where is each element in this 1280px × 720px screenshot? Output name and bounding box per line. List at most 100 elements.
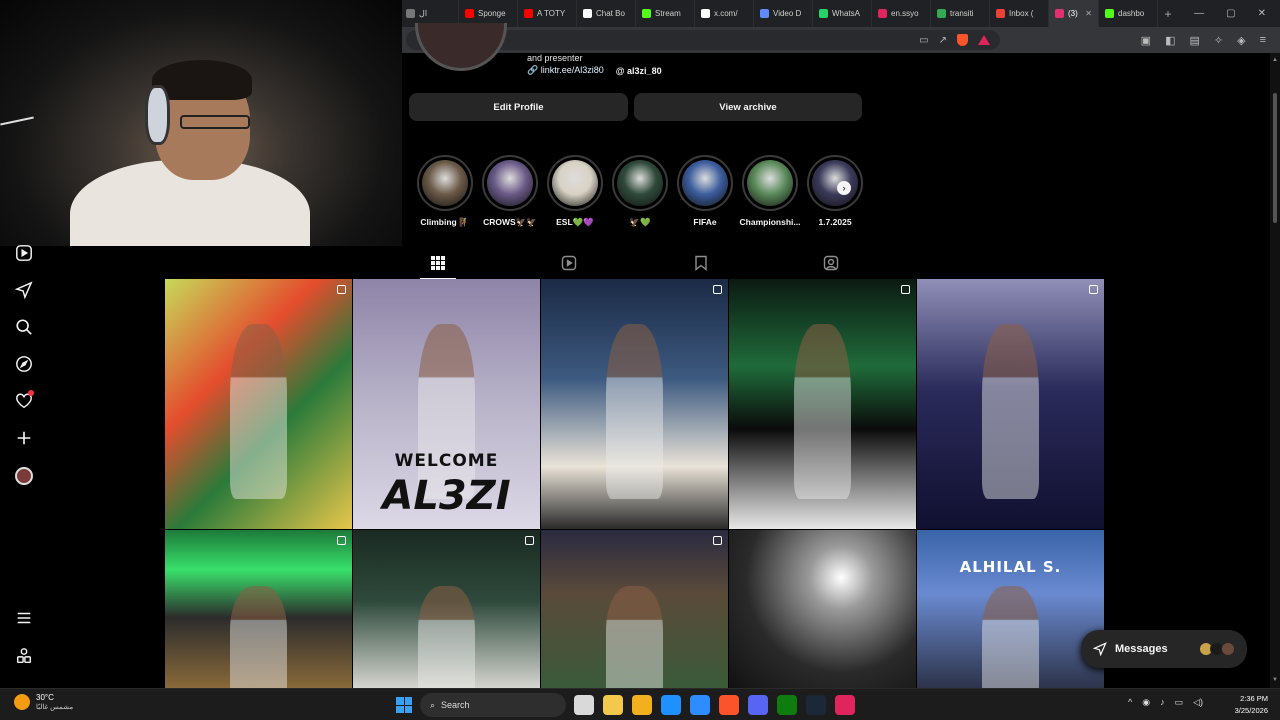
direct-icon[interactable]	[14, 280, 34, 300]
brave-rewards-icon[interactable]	[978, 35, 990, 45]
instagram-nav-rail	[0, 243, 48, 688]
sidebar-icon[interactable]: ◧	[1165, 34, 1175, 47]
start-button[interactable]	[396, 697, 412, 713]
browser-tab[interactable]: Inbox (	[990, 0, 1049, 27]
browser-tab[interactable]: Chat Bo	[577, 0, 636, 27]
browser-tab[interactable]: en.ssyo	[872, 0, 931, 27]
create-icon[interactable]	[14, 428, 34, 448]
taskbar-app-icon[interactable]	[748, 695, 768, 715]
taskbar-app-icon[interactable]	[632, 695, 652, 715]
scroll-thumb[interactable]	[1273, 93, 1277, 223]
taskbar-app-icon[interactable]	[777, 695, 797, 715]
story-highlight[interactable]: CROWS🦅🦅	[482, 155, 538, 228]
post-thumbnail[interactable]	[353, 530, 540, 689]
taskbar-clock[interactable]: 2:36 PM 3/25/2026	[1226, 693, 1268, 717]
close-window-icon[interactable]: ✕	[1258, 8, 1266, 19]
post-thumbnail[interactable]	[541, 279, 728, 529]
display-icon[interactable]: ▭	[1175, 697, 1184, 708]
drive-icon	[937, 9, 946, 18]
brave-shield-icon[interactable]	[957, 34, 968, 46]
mic-icon[interactable]: ♪	[1160, 697, 1165, 708]
bookmark-icon	[695, 255, 707, 271]
bio-link-text[interactable]: linktr.ee/Al3zi80	[541, 65, 604, 75]
weather-widget[interactable]: 30°C مشمس غالبًا	[14, 693, 73, 711]
post-subject	[982, 324, 1039, 499]
post-thumbnail[interactable]	[917, 279, 1104, 529]
browser-tab[interactable]: A TOTY	[518, 0, 577, 27]
threads-handle[interactable]: al3zi_80	[627, 66, 662, 76]
reels-icon[interactable]	[14, 243, 34, 263]
messages-button[interactable]: Messages	[1081, 630, 1247, 668]
instagram-icon	[1055, 9, 1064, 18]
page-scrollbar[interactable]: ▲ ▼	[1270, 53, 1280, 688]
tab-tagged[interactable]	[823, 255, 839, 271]
browser-tab[interactable]: x.com/	[695, 0, 754, 27]
profile-photo[interactable]	[415, 23, 507, 71]
cast-icon[interactable]: ▭	[919, 35, 928, 46]
story-highlight[interactable]: 1.7.2025	[807, 155, 863, 228]
leo-icon[interactable]: ✧	[1214, 34, 1223, 47]
post-thumbnail[interactable]	[541, 530, 728, 689]
taskbar-app-icon[interactable]	[661, 695, 681, 715]
highlight-ring	[807, 155, 863, 211]
story-highlight[interactable]: 🦅💚	[612, 155, 668, 228]
bio-text: and presenter	[527, 53, 583, 63]
tab-saved[interactable]	[693, 255, 709, 271]
close-tab-icon[interactable]: ✕	[1085, 9, 1092, 18]
profile-avatar-icon[interactable]	[15, 467, 33, 485]
more-menu-icon[interactable]	[14, 608, 34, 628]
highlight-ring	[742, 155, 798, 211]
view-archive-button[interactable]: View archive	[634, 93, 862, 121]
scroll-down-icon[interactable]: ▼	[1272, 677, 1278, 683]
post-thumbnail[interactable]	[165, 279, 352, 529]
maximize-icon[interactable]: ▢	[1226, 8, 1235, 19]
story-highlight[interactable]: Championshi...	[740, 155, 800, 228]
notifications-icon[interactable]	[14, 390, 34, 411]
post-overlay-text: WELCOME	[394, 451, 499, 471]
volume-icon[interactable]: ◁)	[1193, 697, 1203, 708]
post-thumbnail[interactable]	[165, 530, 352, 689]
browser-tab[interactable]: dashbo	[1099, 0, 1158, 27]
minimize-icon[interactable]: —	[1194, 8, 1204, 19]
story-highlight[interactable]: ESL💚💜	[547, 155, 603, 228]
network-icon[interactable]: ◉	[1142, 697, 1150, 708]
vpn-icon[interactable]: ◈	[1237, 34, 1245, 47]
taskbar-search[interactable]: ⌕ Search	[420, 693, 566, 717]
post-thumbnail[interactable]	[729, 279, 916, 529]
story-highlight[interactable]: Climbing 🧗	[417, 155, 473, 228]
browser-tab[interactable]: (3) ✕	[1049, 0, 1099, 27]
taskbar-app-icon[interactable]	[719, 695, 739, 715]
highlights-next-icon[interactable]: ›	[837, 181, 851, 195]
edit-profile-button[interactable]: Edit Profile	[409, 93, 628, 121]
browser-tab[interactable]: WhatsA	[813, 0, 872, 27]
kick-icon	[1105, 9, 1114, 18]
browser-tab[interactable]: transiti	[931, 0, 990, 27]
post-thumbnail[interactable]	[729, 530, 916, 689]
taskbar-app-icon[interactable]	[690, 695, 710, 715]
new-tab-button[interactable]: +	[1158, 7, 1178, 21]
taskbar-app-icon[interactable]	[806, 695, 826, 715]
bio-link[interactable]: 🔗 linktr.ee/Al3zi80	[527, 65, 604, 76]
explore-icon[interactable]	[14, 354, 34, 374]
highlight-cover	[552, 160, 598, 206]
taskbar-app-icon[interactable]	[603, 695, 623, 715]
meta-apps-icon[interactable]	[14, 646, 34, 666]
post-thumbnail[interactable]: ALHILAL S.	[917, 530, 1104, 689]
taskbar-app-icon[interactable]	[835, 695, 855, 715]
reader-icon[interactable]: ▣	[1141, 34, 1151, 47]
browser-tab[interactable]: Stream	[636, 0, 695, 27]
threads-link[interactable]: @ al3zi_80	[616, 66, 662, 76]
tray-overflow-icon[interactable]: ^	[1128, 697, 1132, 708]
search-icon[interactable]	[14, 317, 34, 337]
wallet-icon[interactable]: ▤	[1189, 34, 1199, 47]
post-thumbnail[interactable]: WELCOME AL3ZI	[353, 279, 540, 529]
taskbar-app-icon[interactable]	[574, 695, 594, 715]
share-icon[interactable]: ↗	[939, 35, 947, 46]
scroll-up-icon[interactable]: ▲	[1272, 57, 1278, 63]
window-controls: — ▢ ✕	[1194, 8, 1280, 19]
tab-reels[interactable]	[561, 255, 577, 271]
story-highlight[interactable]: FIFAe	[677, 155, 733, 228]
browser-tab[interactable]: Video D	[754, 0, 813, 27]
tab-posts[interactable]	[430, 255, 446, 271]
menu-icon[interactable]: ≡	[1260, 34, 1266, 47]
